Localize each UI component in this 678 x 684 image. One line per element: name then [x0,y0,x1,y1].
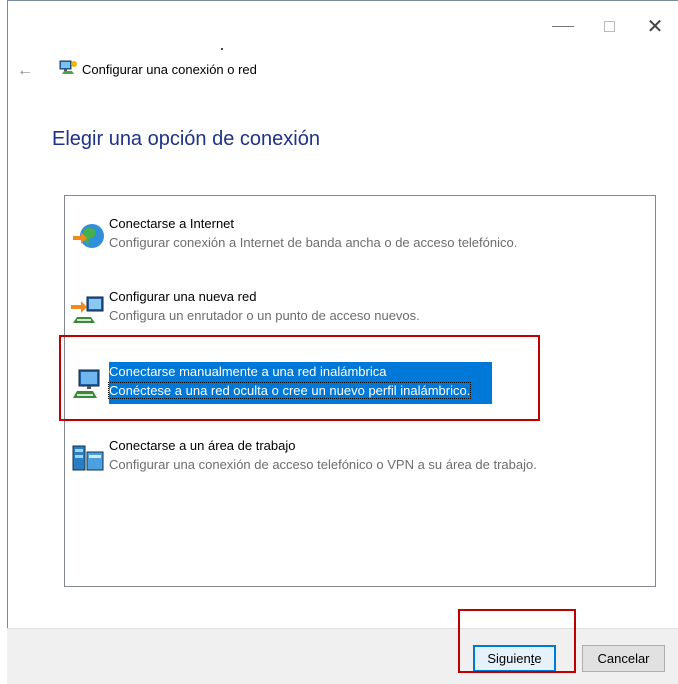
maximize-button[interactable] [586,1,632,51]
back-arrow-icon[interactable]: ← [17,62,33,80]
page-title: Elegir una opción de conexión [52,128,320,150]
maximize-icon [603,20,615,32]
option-description: Configura un enrutador o un punto de acc… [109,308,420,323]
globe-icon [73,224,104,248]
option-new-network[interactable]: Configurar una nueva red Configura un en… [65,289,655,339]
option-workplace[interactable]: Conectarse a un área de trabajo Configur… [65,438,655,488]
window-title: Configurar una conexión o red [82,62,257,77]
close-icon: ✕ [646,15,664,38]
option-title: Configurar una nueva red [109,289,257,304]
stray-dot [221,48,223,50]
minimize-button[interactable] [540,1,586,51]
minimize-icon [552,25,574,27]
title-bar-controls: ✕ [540,1,678,51]
workplace-icon [72,445,104,471]
option-connect-internet[interactable]: Conectarse a Internet Configurar conexió… [65,216,655,266]
dialog-footer: Siguien t e Cancelar [7,628,678,684]
option-title: Conectarse a Internet [109,216,235,231]
cancel-button[interactable]: Cancelar [582,645,665,672]
highlight-box-next-button [458,609,576,673]
router-icon [71,296,104,323]
option-description: Configurar una conexión de acceso telefó… [109,457,537,472]
close-button[interactable]: ✕ [632,1,678,51]
option-title: Conectarse a un área de trabajo [109,438,296,453]
network-setup-icon [59,60,77,74]
highlight-box-selected-option [59,335,540,421]
option-description: Configurar conexión a Internet de banda … [109,235,518,250]
